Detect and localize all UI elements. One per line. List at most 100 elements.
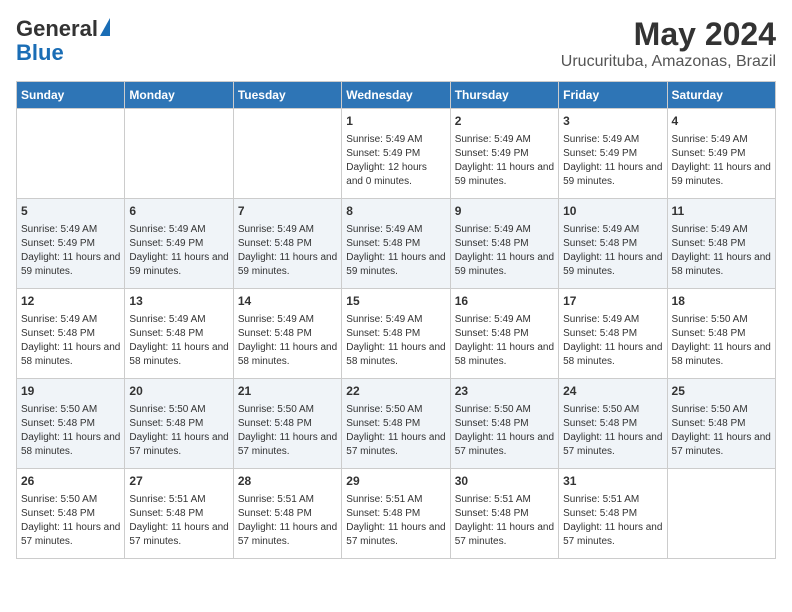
- calendar-body: 1Sunrise: 5:49 AMSunset: 5:49 PMDaylight…: [17, 109, 776, 559]
- page-subtitle: Urucurituba, Amazonas, Brazil: [561, 53, 776, 71]
- calendar-cell: 27Sunrise: 5:51 AMSunset: 5:48 PMDayligh…: [125, 469, 233, 559]
- day-number: 5: [21, 203, 120, 220]
- calendar-cell: 6Sunrise: 5:49 AMSunset: 5:49 PMDaylight…: [125, 199, 233, 289]
- day-info-line: Sunrise: 5:49 AM: [346, 133, 445, 147]
- day-info-line: Sunrise: 5:49 AM: [346, 313, 445, 327]
- calendar-header-cell: Friday: [559, 82, 667, 109]
- day-info-line: Sunrise: 5:49 AM: [672, 133, 771, 147]
- day-number: 11: [672, 203, 771, 220]
- day-info-line: Sunset: 5:48 PM: [21, 327, 120, 341]
- calendar-header-cell: Wednesday: [342, 82, 450, 109]
- day-info-line: Daylight: 11 hours and 58 minutes.: [21, 341, 120, 369]
- day-info-line: Sunrise: 5:49 AM: [455, 223, 554, 237]
- day-info-line: Sunset: 5:48 PM: [563, 327, 662, 341]
- title-section: May 2024 Urucurituba, Amazonas, Brazil: [561, 16, 776, 71]
- day-info-line: Sunset: 5:48 PM: [21, 507, 120, 521]
- calendar-week-row: 5Sunrise: 5:49 AMSunset: 5:49 PMDaylight…: [17, 199, 776, 289]
- day-number: 1: [346, 113, 445, 130]
- day-info-line: Daylight: 11 hours and 57 minutes.: [455, 521, 554, 549]
- day-info-line: Sunrise: 5:50 AM: [455, 403, 554, 417]
- day-info-line: Daylight: 11 hours and 59 minutes.: [563, 161, 662, 189]
- calendar-week-row: 26Sunrise: 5:50 AMSunset: 5:48 PMDayligh…: [17, 469, 776, 559]
- day-number: 27: [129, 473, 228, 490]
- day-info-line: Daylight: 11 hours and 58 minutes.: [346, 341, 445, 369]
- day-info-line: Daylight: 12 hours and 0 minutes.: [346, 161, 445, 189]
- day-number: 28: [238, 473, 337, 490]
- day-info-line: Sunset: 5:48 PM: [346, 237, 445, 251]
- day-info-line: Daylight: 11 hours and 59 minutes.: [672, 161, 771, 189]
- calendar-cell: 18Sunrise: 5:50 AMSunset: 5:48 PMDayligh…: [667, 289, 775, 379]
- day-info-line: Sunset: 5:48 PM: [346, 327, 445, 341]
- calendar-header-cell: Tuesday: [233, 82, 341, 109]
- calendar-cell: 1Sunrise: 5:49 AMSunset: 5:49 PMDaylight…: [342, 109, 450, 199]
- day-info-line: Sunrise: 5:49 AM: [455, 313, 554, 327]
- day-info-line: Sunset: 5:48 PM: [672, 417, 771, 431]
- day-info-line: Daylight: 11 hours and 57 minutes.: [346, 521, 445, 549]
- day-info-line: Sunrise: 5:51 AM: [346, 493, 445, 507]
- day-info-line: Daylight: 11 hours and 59 minutes.: [563, 251, 662, 279]
- day-info-line: Daylight: 11 hours and 59 minutes.: [238, 251, 337, 279]
- calendar-cell: 28Sunrise: 5:51 AMSunset: 5:48 PMDayligh…: [233, 469, 341, 559]
- day-info-line: Sunset: 5:48 PM: [238, 507, 337, 521]
- logo-general: General: [16, 16, 98, 42]
- day-number: 17: [563, 293, 662, 310]
- day-info-line: Sunset: 5:48 PM: [346, 507, 445, 521]
- calendar-cell: 8Sunrise: 5:49 AMSunset: 5:48 PMDaylight…: [342, 199, 450, 289]
- day-info-line: Sunset: 5:49 PM: [563, 147, 662, 161]
- day-info-line: Daylight: 11 hours and 59 minutes.: [21, 251, 120, 279]
- day-number: 20: [129, 383, 228, 400]
- day-number: 21: [238, 383, 337, 400]
- day-info-line: Daylight: 11 hours and 57 minutes.: [238, 431, 337, 459]
- day-info-line: Daylight: 11 hours and 59 minutes.: [129, 251, 228, 279]
- day-info-line: Sunset: 5:48 PM: [455, 237, 554, 251]
- day-number: 30: [455, 473, 554, 490]
- day-info-line: Sunset: 5:48 PM: [346, 417, 445, 431]
- day-info-line: Daylight: 11 hours and 58 minutes.: [672, 341, 771, 369]
- day-info-line: Sunrise: 5:49 AM: [238, 313, 337, 327]
- calendar-week-row: 12Sunrise: 5:49 AMSunset: 5:48 PMDayligh…: [17, 289, 776, 379]
- day-info-line: Daylight: 11 hours and 59 minutes.: [455, 251, 554, 279]
- day-info-line: Daylight: 11 hours and 58 minutes.: [238, 341, 337, 369]
- calendar-header-cell: Sunday: [17, 82, 125, 109]
- day-number: 16: [455, 293, 554, 310]
- calendar-table: SundayMondayTuesdayWednesdayThursdayFrid…: [16, 81, 776, 559]
- day-number: 22: [346, 383, 445, 400]
- day-info-line: Sunrise: 5:49 AM: [21, 313, 120, 327]
- calendar-cell: 7Sunrise: 5:49 AMSunset: 5:48 PMDaylight…: [233, 199, 341, 289]
- calendar-cell: 21Sunrise: 5:50 AMSunset: 5:48 PMDayligh…: [233, 379, 341, 469]
- day-number: 25: [672, 383, 771, 400]
- day-info-line: Daylight: 11 hours and 57 minutes.: [563, 431, 662, 459]
- day-info-line: Sunrise: 5:50 AM: [346, 403, 445, 417]
- calendar-cell: 13Sunrise: 5:49 AMSunset: 5:48 PMDayligh…: [125, 289, 233, 379]
- calendar-cell: [667, 469, 775, 559]
- day-info-line: Sunrise: 5:49 AM: [563, 313, 662, 327]
- day-info-line: Sunset: 5:48 PM: [129, 417, 228, 431]
- day-info-line: Daylight: 11 hours and 58 minutes.: [129, 341, 228, 369]
- day-info-line: Sunrise: 5:50 AM: [21, 403, 120, 417]
- day-number: 7: [238, 203, 337, 220]
- day-info-line: Sunset: 5:48 PM: [21, 417, 120, 431]
- calendar-cell: 10Sunrise: 5:49 AMSunset: 5:48 PMDayligh…: [559, 199, 667, 289]
- logo-triangle-icon: [100, 18, 110, 36]
- day-number: 14: [238, 293, 337, 310]
- calendar-cell: [17, 109, 125, 199]
- calendar-cell: 17Sunrise: 5:49 AMSunset: 5:48 PMDayligh…: [559, 289, 667, 379]
- day-info-line: Sunset: 5:48 PM: [238, 237, 337, 251]
- day-number: 2: [455, 113, 554, 130]
- day-info-line: Sunrise: 5:49 AM: [346, 223, 445, 237]
- calendar-cell: 25Sunrise: 5:50 AMSunset: 5:48 PMDayligh…: [667, 379, 775, 469]
- day-number: 26: [21, 473, 120, 490]
- logo-blue: Blue: [16, 40, 64, 66]
- calendar-cell: 11Sunrise: 5:49 AMSunset: 5:48 PMDayligh…: [667, 199, 775, 289]
- day-info-line: Daylight: 11 hours and 58 minutes.: [21, 431, 120, 459]
- calendar-cell: 16Sunrise: 5:49 AMSunset: 5:48 PMDayligh…: [450, 289, 558, 379]
- day-number: 4: [672, 113, 771, 130]
- day-info-line: Sunrise: 5:49 AM: [129, 223, 228, 237]
- day-info-line: Sunset: 5:49 PM: [672, 147, 771, 161]
- calendar-cell: 15Sunrise: 5:49 AMSunset: 5:48 PMDayligh…: [342, 289, 450, 379]
- day-info-line: Sunrise: 5:49 AM: [21, 223, 120, 237]
- day-number: 19: [21, 383, 120, 400]
- day-info-line: Daylight: 11 hours and 57 minutes.: [455, 431, 554, 459]
- day-info-line: Daylight: 11 hours and 58 minutes.: [672, 251, 771, 279]
- day-info-line: Sunset: 5:49 PM: [21, 237, 120, 251]
